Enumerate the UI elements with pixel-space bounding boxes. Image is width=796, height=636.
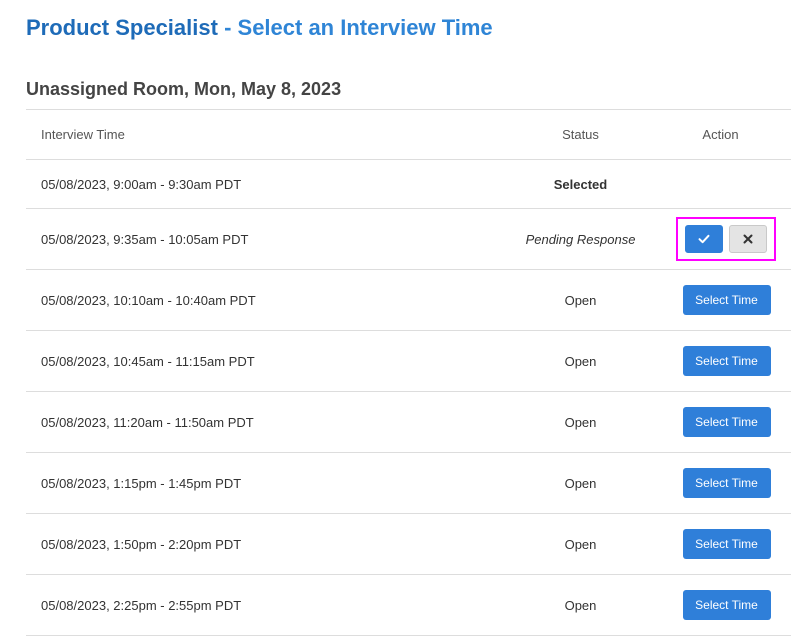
table-row: 05/08/2023, 1:15pm - 1:45pm PDT Open Sel… xyxy=(26,452,791,514)
action-cell: Select Time xyxy=(650,513,791,575)
confirm-decline-group xyxy=(675,217,776,261)
table-row: 05/08/2023, 2:25pm - 2:55pm PDT Open Sel… xyxy=(26,574,791,636)
interview-time-cell: 05/08/2023, 9:35am - 10:05am PDT xyxy=(26,208,511,270)
table-header-row: Interview Time Status Action xyxy=(26,109,791,160)
status-cell: Open xyxy=(511,391,650,453)
table-row: 05/08/2023, 10:10am - 10:40am PDT Open S… xyxy=(26,269,791,331)
room-date-heading: Unassigned Room, Mon, May 8, 2023 xyxy=(26,79,342,99)
table-row: 05/08/2023, 11:20am - 11:50am PDT Open S… xyxy=(26,391,791,453)
interview-time-cell: 05/08/2023, 11:20am - 11:50am PDT xyxy=(26,391,511,453)
interview-time-cell: 05/08/2023, 10:45am - 11:15am PDT xyxy=(26,330,511,392)
interview-time-cell: 05/08/2023, 2:25pm - 2:55pm PDT xyxy=(26,574,511,636)
job-title: Product Specialist xyxy=(26,15,218,40)
status-cell: Open xyxy=(511,452,650,514)
interview-time-cell: 05/08/2023, 9:00am - 9:30am PDT xyxy=(26,159,511,209)
select-time-button[interactable]: Select Time xyxy=(682,590,771,620)
checkmark-icon xyxy=(698,234,709,244)
select-time-button[interactable]: Select Time xyxy=(682,346,771,376)
column-header-action: Action xyxy=(650,109,791,160)
action-cell xyxy=(650,208,791,270)
interview-time-cell: 05/08/2023, 1:15pm - 1:45pm PDT xyxy=(26,452,511,514)
decline-button[interactable] xyxy=(728,225,767,253)
table-row: 05/08/2023, 9:35am - 10:05am PDT Pending… xyxy=(26,208,791,270)
status-cell: Open xyxy=(511,269,650,331)
select-time-button[interactable]: Select Time xyxy=(682,468,771,498)
select-time-button[interactable]: Select Time xyxy=(682,407,771,437)
close-icon xyxy=(743,234,752,244)
status-cell: Open xyxy=(511,330,650,392)
interview-time-cell: 05/08/2023, 1:50pm - 2:20pm PDT xyxy=(26,513,511,575)
table-row: 05/08/2023, 9:00am - 9:30am PDT Selected xyxy=(26,159,791,209)
status-cell: Selected xyxy=(511,159,650,209)
table-row: 05/08/2023, 10:45am - 11:15am PDT Open S… xyxy=(26,330,791,392)
column-header-status: Status xyxy=(511,109,650,160)
page: Product Specialist - Select an Interview… xyxy=(0,0,796,636)
interview-times-table: Interview Time Status Action 05/08/2023,… xyxy=(26,109,791,636)
page-title: Product Specialist - Select an Interview… xyxy=(26,14,493,42)
action-cell: Select Time xyxy=(650,391,791,453)
interview-time-cell: 05/08/2023, 10:10am - 10:40am PDT xyxy=(26,269,511,331)
action-cell xyxy=(650,159,791,209)
status-cell: Open xyxy=(511,574,650,636)
status-cell: Open xyxy=(511,513,650,575)
select-time-button[interactable]: Select Time xyxy=(682,285,771,315)
action-cell: Select Time xyxy=(650,330,791,392)
title-separator: - xyxy=(217,15,238,40)
accept-button[interactable] xyxy=(684,225,723,253)
action-cell: Select Time xyxy=(650,452,791,514)
action-cell: Select Time xyxy=(650,269,791,331)
select-time-button[interactable]: Select Time xyxy=(682,529,771,559)
table-row: 05/08/2023, 1:50pm - 2:20pm PDT Open Sel… xyxy=(26,513,791,575)
page-action-text: Select an Interview Time xyxy=(237,15,493,40)
status-cell: Pending Response xyxy=(511,208,650,270)
action-cell: Select Time xyxy=(650,574,791,636)
column-header-interview-time: Interview Time xyxy=(26,109,511,160)
